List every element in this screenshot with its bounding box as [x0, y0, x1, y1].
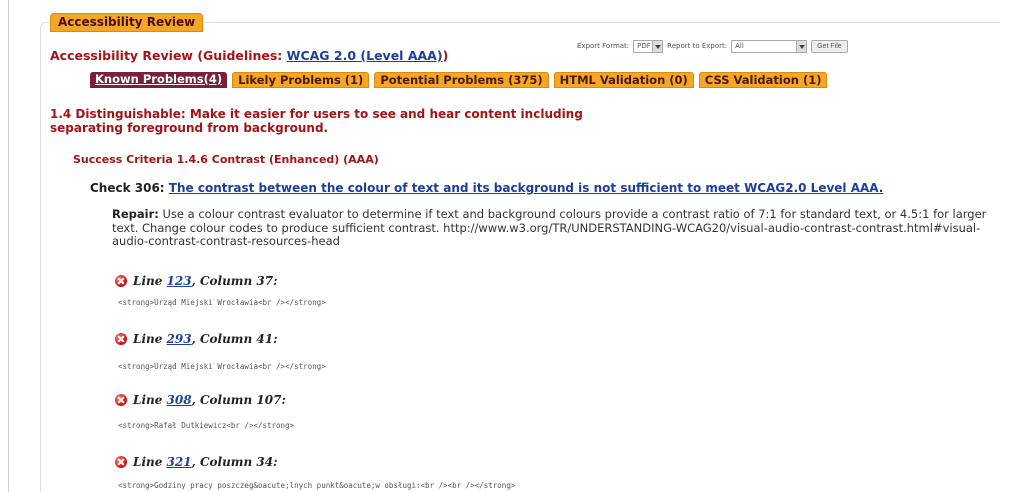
- repair-text: Repair: Use a colour contrast evaluator …: [112, 207, 992, 249]
- line-label: Line: [133, 332, 167, 346]
- panel-title: Accessibility Review: [50, 13, 204, 32]
- column-label: , Column 107: [191, 393, 282, 407]
- issue-code-snippet: <strong>Rafał Dutkiewicz<br /></strong>: [118, 421, 295, 430]
- line-label: Line: [133, 274, 167, 288]
- location-suffix: :: [273, 455, 278, 469]
- issue-code-snippet: <strong>Urząd Miejski Wrocławia<br /></s…: [118, 298, 326, 307]
- issue-code-snippet: <strong>Urząd Miejski Wrocławia<br /></s…: [118, 362, 326, 371]
- export-format-label: Export Format:: [577, 42, 630, 50]
- location-suffix: :: [273, 332, 278, 346]
- issue-location: Line 321, Column 34:: [133, 455, 278, 469]
- chevron-down-icon: [796, 40, 807, 52]
- report-to-export-select[interactable]: All: [731, 39, 808, 53]
- line-label: Line: [133, 455, 167, 469]
- tab-html-validation[interactable]: HTML Validation (0): [553, 72, 694, 88]
- line-number-link[interactable]: 123: [167, 274, 192, 288]
- results-tabs: Known Problems(4) Likely Problems (1) Po…: [90, 72, 828, 88]
- location-suffix: :: [273, 274, 278, 288]
- report-to-export-value: All: [735, 42, 744, 50]
- issue-code-snippet: <strong>Godziny pracy poszczeg&oacute;ln…: [118, 481, 516, 490]
- error-x-icon: [115, 333, 127, 345]
- issue-location: Line 293, Column 41:: [133, 332, 278, 346]
- export-bar: Export Format: PDF Report to Export: All…: [577, 38, 848, 54]
- issue-location: Line 123, Column 37:: [133, 274, 278, 288]
- export-format-value: PDF: [637, 42, 651, 50]
- check-heading: Check 306: The contrast between the colo…: [90, 181, 883, 195]
- issue-location: Line 308, Column 107:: [133, 393, 286, 407]
- line-number-link[interactable]: 321: [167, 455, 192, 469]
- guideline-heading: 1.4 Distinguishable: Make it easier for …: [50, 107, 583, 135]
- line-label: Line: [133, 393, 167, 407]
- tab-likely-problems[interactable]: Likely Problems (1): [232, 72, 370, 88]
- review-heading-prefix: Accessibility Review (Guidelines:: [50, 48, 287, 63]
- issue-line: Line 293, Column 41:: [115, 332, 278, 346]
- tab-css-validation[interactable]: CSS Validation (1): [698, 72, 828, 88]
- column-label: , Column 34: [191, 455, 274, 469]
- error-x-icon: [115, 456, 127, 468]
- repair-label: Repair:: [112, 207, 159, 221]
- error-x-icon: [115, 275, 127, 287]
- guidelines-link[interactable]: WCAG 2.0 (Level AAA): [287, 48, 443, 63]
- get-file-button[interactable]: Get File: [811, 39, 848, 53]
- review-heading: Accessibility Review (Guidelines: WCAG 2…: [50, 48, 448, 63]
- line-number-link[interactable]: 308: [167, 393, 192, 407]
- success-criteria-heading: Success Criteria 1.4.6 Contrast (Enhance…: [73, 153, 379, 166]
- tab-potential-problems[interactable]: Potential Problems (375): [374, 72, 549, 88]
- column-label: , Column 41: [191, 332, 274, 346]
- check-number: Check 306:: [90, 181, 169, 195]
- line-number-link[interactable]: 293: [167, 332, 192, 346]
- location-suffix: :: [281, 393, 286, 407]
- tab-known-problems[interactable]: Known Problems(4): [90, 72, 228, 88]
- issue-line: Line 308, Column 107:: [115, 393, 286, 407]
- review-heading-suffix: ): [442, 48, 449, 63]
- report-to-export-label: Report to Export:: [667, 42, 728, 50]
- page-left-border: [8, 0, 9, 492]
- export-format-select[interactable]: PDF: [633, 39, 664, 53]
- repair-description: Use a colour contrast evaluator to deter…: [112, 207, 987, 248]
- column-label: , Column 37: [191, 274, 274, 288]
- issue-line: Line 123, Column 37:: [115, 274, 278, 288]
- issue-line: Line 321, Column 34:: [115, 455, 278, 469]
- check-link[interactable]: The contrast between the colour of text …: [169, 181, 884, 195]
- error-x-icon: [115, 394, 127, 406]
- chevron-down-icon: [652, 40, 663, 52]
